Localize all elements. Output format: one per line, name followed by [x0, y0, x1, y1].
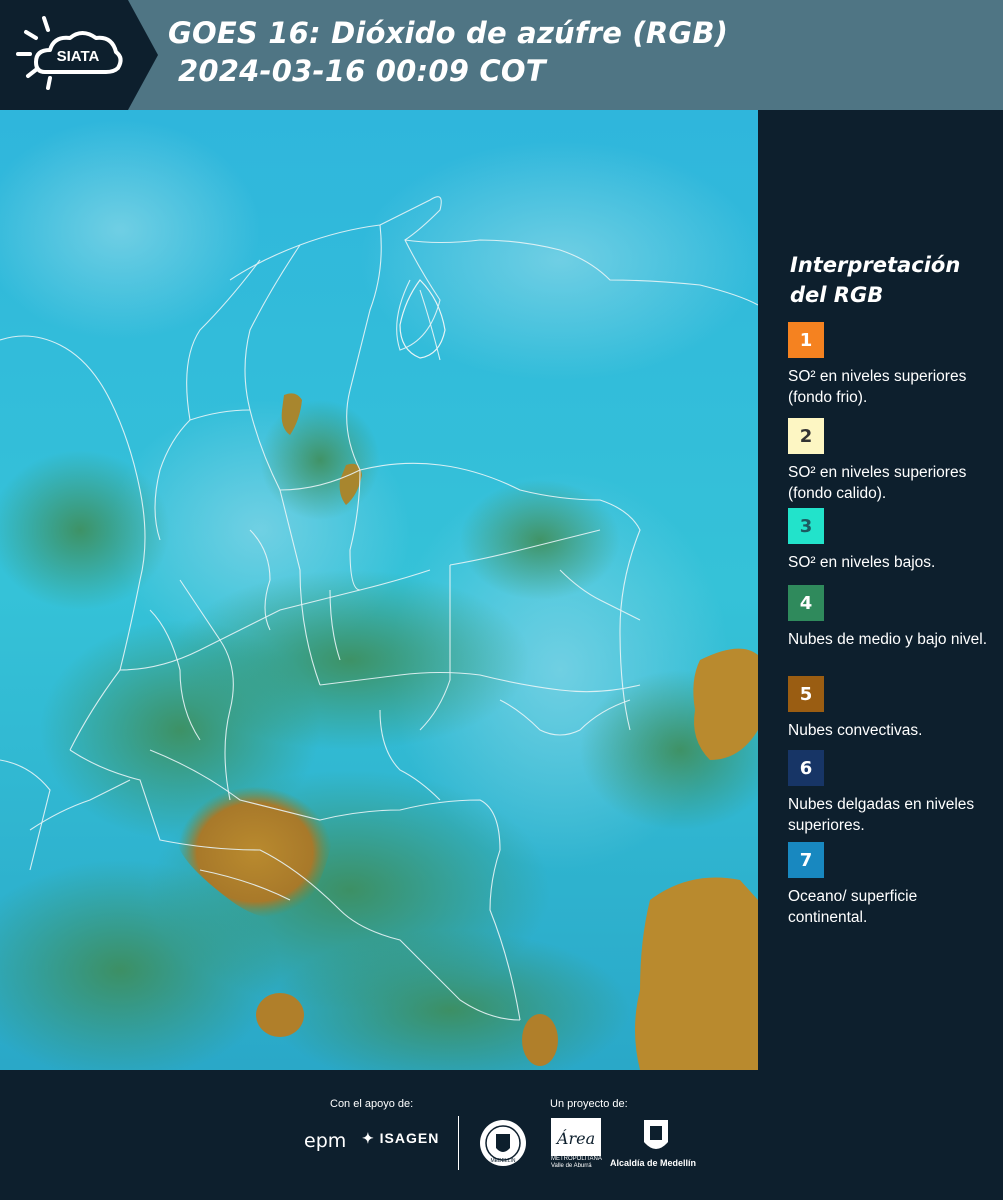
legend-swatch-4: 4 [788, 585, 824, 621]
legend-swatch-2: 2 [788, 418, 824, 454]
university-seal-logo: MEDELLIN [478, 1118, 528, 1173]
legend-label-5: Nubes convectivas. [788, 722, 923, 739]
legend-swatch-6: 6 [788, 750, 824, 786]
legend-label-1: SO² en niveles superiores (fondo frio). [788, 368, 967, 406]
header-bar: SIATA GOES 16: Dióxido de azúfre (RGB) 2… [0, 0, 1003, 110]
isagen-mark-icon: ✦ [362, 1130, 375, 1146]
project-label: Un proyecto de: [550, 1098, 628, 1110]
legend-label-4: Nubes de medio y bajo nivel. [788, 631, 988, 648]
area-metropolitana-subtext: METROPOLITANA Valle de Aburrá [551, 1156, 602, 1169]
legend-swatch-1: 1 [788, 322, 824, 358]
isagen-logo: ✦ ISAGEN [362, 1130, 439, 1147]
legend-item-1: 1 SO² en niveles superiores (fondo frio)… [788, 322, 993, 408]
legend-label-6: Nubes delgadas en niveles superiores. [788, 796, 975, 834]
legend-label-3: SO² en niveles bajos. [788, 554, 936, 571]
footer-bar: Con el apoyo de: Un proyecto de: epm ✦ I… [0, 1070, 1003, 1200]
legend-title: Interpretación del RGB [790, 253, 961, 307]
alcaldia-label: Alcaldía de Medellín [610, 1158, 697, 1168]
siata-logo-text: SIATA [57, 48, 100, 65]
legend-item-5: 5 Nubes convectivas. [788, 676, 993, 741]
legend-item-7: 7 Oceano/ superficie continental. [788, 842, 993, 928]
svg-text:Área: Área [555, 1128, 595, 1148]
footer-divider [458, 1116, 459, 1170]
legend-swatch-7: 7 [788, 842, 824, 878]
siata-logo: SIATA [0, 0, 160, 110]
isagen-logo-text: ISAGEN [379, 1130, 440, 1146]
legend-item-3: 3 SO² en niveles bajos. [788, 508, 993, 573]
legend-swatch-5: 5 [788, 676, 824, 712]
title-line2: 2024-03-16 00:09 COT [178, 54, 546, 88]
legend-item-4: 4 Nubes de medio y bajo nivel. [788, 585, 993, 650]
legend-label-2: SO² en niveles superiores (fondo calido)… [788, 464, 967, 502]
svg-text:MEDELLIN: MEDELLIN [490, 1158, 515, 1164]
page-title: GOES 16: Dióxido de azúfre (RGB) 2024-03… [168, 14, 728, 90]
title-line1: GOES 16: Dióxido de azúfre (RGB) [168, 16, 729, 50]
legend-label-7: Oceano/ superficie continental. [788, 888, 918, 926]
area-metropolitana-logo: Área [551, 1118, 601, 1161]
support-label: Con el apoyo de: [330, 1098, 414, 1110]
legend-swatch-3: 3 [788, 508, 824, 544]
satellite-map [0, 110, 758, 1070]
legend-item-2: 2 SO² en niveles superiores (fondo calid… [788, 418, 993, 504]
epm-logo: epm [304, 1130, 347, 1152]
legend-item-6: 6 Nubes delgadas en niveles superiores. [788, 750, 993, 836]
alcaldia-shield-logo [642, 1118, 670, 1161]
legend-panel: Interpretación del RGB 1 SO² en niveles … [758, 110, 1003, 1070]
